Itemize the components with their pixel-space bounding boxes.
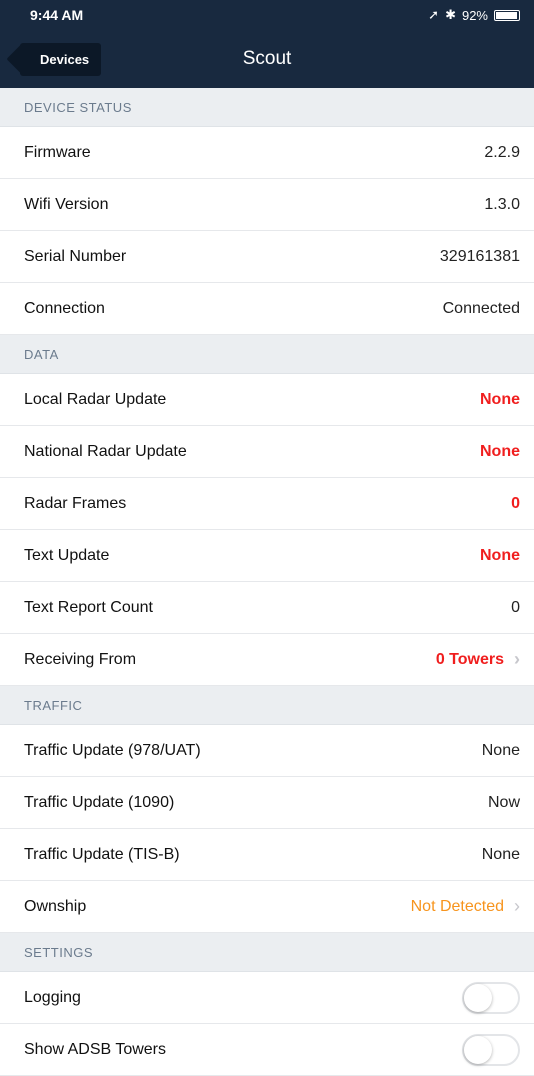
section-header-device-status: DEVICE STATUS [0, 88, 534, 127]
row-label: Radar Frames [24, 494, 127, 512]
row-label: Ownship [24, 897, 87, 915]
row-value: Connected [442, 299, 520, 317]
row-local-radar-update: Local Radar Update None [0, 374, 534, 426]
row-traffic-tis-b: Traffic Update (TIS-B) None [0, 829, 534, 881]
row-value: None [481, 845, 520, 863]
row-connection: Connection Connected [0, 283, 534, 335]
bluetooth-icon: ✱ [445, 7, 456, 22]
row-national-radar-update: National Radar Update None [0, 426, 534, 478]
row-wifi-version: Wifi Version 1.3.0 [0, 179, 534, 231]
row-value: Now [487, 793, 520, 811]
page-title: Scout [242, 48, 292, 69]
row-text-update: Text Update None [0, 530, 534, 582]
row-text-report-count: Text Report Count 0 [0, 582, 534, 634]
battery-icon [494, 9, 520, 21]
row-traffic-978-uat: Traffic Update (978/UAT) None [0, 725, 534, 777]
section-header-traffic: TRAFFIC [0, 686, 534, 725]
row-value-wrap: 0 Towers › [436, 649, 520, 670]
row-value: 0 [511, 494, 520, 512]
battery-percent: 92% [461, 7, 488, 23]
row-label: Wifi Version [24, 195, 109, 213]
row-serial-number: Serial Number 329161381 [0, 231, 534, 283]
back-button[interactable]: Devices [20, 43, 102, 76]
row-receiving-from[interactable]: Receiving From 0 Towers › [0, 634, 534, 686]
row-show-adsb-towers: Show ADSB Towers [0, 1024, 534, 1076]
row-label: Serial Number [24, 247, 127, 265]
row-value: None [480, 390, 520, 408]
row-value: 0 Towers [435, 650, 504, 668]
row-label: Receiving From [24, 650, 137, 668]
toggle-knob [464, 1035, 492, 1064]
row-value-wrap: Not Detected › [411, 896, 520, 917]
show-adsb-towers-toggle[interactable] [462, 1033, 520, 1066]
row-radar-frames: Radar Frames 0 [0, 478, 534, 530]
row-value: 2.2.9 [484, 143, 520, 161]
row-value: None [480, 546, 520, 564]
status-right: ➚ ✱ 92% [428, 7, 520, 23]
row-logging: Logging [0, 972, 534, 1024]
status-bar: 9:44 AM ➚ ✱ 92% [0, 0, 534, 30]
row-label: National Radar Update [24, 442, 187, 460]
row-label: Traffic Update (1090) [24, 793, 175, 811]
row-label: Firmware [24, 143, 91, 161]
row-label: Show ADSB Towers [24, 1040, 166, 1058]
row-label: Local Radar Update [24, 390, 167, 408]
nav-bar: Devices Scout [0, 30, 534, 88]
row-label: Text Update [24, 546, 110, 564]
row-value: 0 [511, 598, 520, 616]
row-firmware: Firmware 2.2.9 [0, 127, 534, 179]
back-button-label: Devices [40, 52, 90, 67]
row-traffic-1090: Traffic Update (1090) Now [0, 777, 534, 829]
row-value: 1.3.0 [484, 195, 520, 213]
location-arrow-icon: ➚ [428, 7, 440, 22]
section-header-settings: SETTINGS [0, 933, 534, 972]
row-value: None [480, 442, 520, 460]
logging-toggle[interactable] [462, 981, 520, 1014]
status-time: 9:44 AM [30, 7, 84, 23]
row-label: Connection [24, 299, 105, 317]
row-label: Traffic Update (TIS-B) [24, 845, 180, 863]
row-ownship[interactable]: Ownship Not Detected › [0, 881, 534, 933]
row-label: Text Report Count [24, 598, 153, 616]
toggle-knob [464, 983, 492, 1012]
chevron-right-icon: › [514, 649, 520, 669]
row-label: Logging [24, 988, 81, 1006]
row-value: None [481, 741, 520, 759]
row-value: Not Detected [410, 897, 504, 915]
chevron-right-icon: › [514, 896, 520, 916]
row-value: 329161381 [439, 247, 520, 265]
row-label: Traffic Update (978/UAT) [24, 741, 201, 759]
section-header-data: DATA [0, 335, 534, 374]
